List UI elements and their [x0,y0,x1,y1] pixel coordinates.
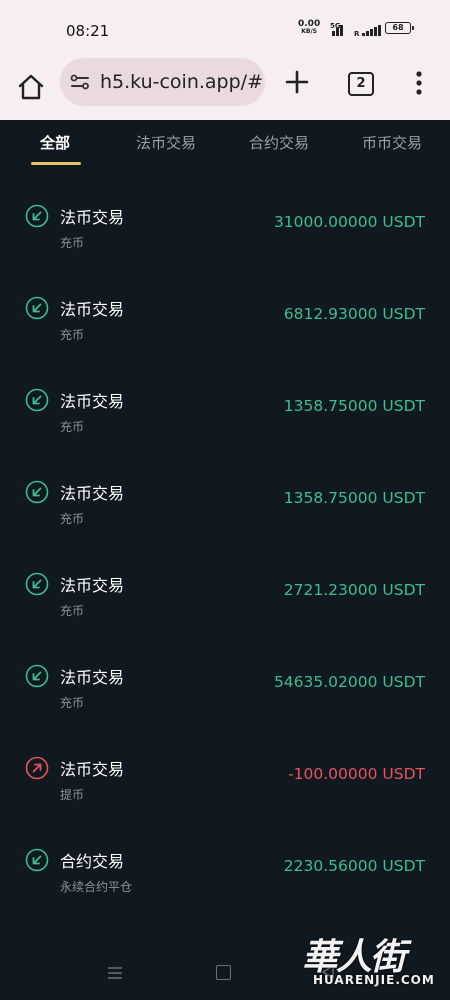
arrow-down-left-circle-icon [25,572,49,596]
home-nav-icon[interactable] [216,965,231,980]
battery-icon: 68 [385,22,414,34]
transaction-type: 法币交易 [60,208,125,227]
transaction-type: 法币交易 [60,300,125,319]
transaction-type: 法币交易 [60,760,125,779]
transaction-subtype: 提币 [60,788,85,802]
transaction-subtype: 充币 [60,696,85,710]
category-tabs: 全部 法币交易 合约交易 币币交易 [0,120,450,170]
arrow-down-left-circle-icon [25,664,49,688]
transaction-subtype: 充币 [60,236,85,250]
tab-switcher-button[interactable]: 2 [348,72,374,96]
signal-bars-icon [362,24,381,36]
tab-spot-trading[interactable]: 币币交易 [362,132,422,153]
roaming-label: R [354,30,360,38]
arrow-down-left-circle-icon [25,480,49,504]
transaction-amount: 2721.23000 USDT [283,581,425,599]
transaction-row[interactable]: 法币交易 充币 54635.02000 USDT [0,630,450,722]
url-text[interactable]: h5.ku-coin.app/# [100,71,263,93]
tab-count: 2 [356,76,366,91]
transaction-amount: 2230.56000 USDT [283,857,425,875]
transaction-amount: 1358.75000 USDT [283,397,425,415]
more-vertical-icon[interactable] [412,70,426,96]
transaction-amount: 1358.75000 USDT [283,489,425,507]
active-tab-indicator [31,162,81,165]
tab-all[interactable]: 全部 [40,132,70,153]
arrow-down-left-circle-icon [25,296,49,320]
arrow-down-left-circle-icon [25,848,49,872]
transaction-row[interactable]: 法币交易 充币 31000.00000 USDT [0,170,450,262]
transaction-type: 法币交易 [60,668,125,687]
signal-5g-icon [332,24,343,36]
transaction-row[interactable]: 法币交易 提币 -100.00000 USDT [0,722,450,814]
transaction-amount: 54635.02000 USDT [273,673,425,691]
home-icon[interactable] [16,72,46,102]
transaction-row[interactable]: 法币交易 充币 1358.75000 USDT [0,446,450,538]
transaction-type: 法币交易 [60,484,125,503]
transaction-amount: 31000.00000 USDT [273,213,425,231]
transaction-subtype: 永续合约平仓 [60,880,133,894]
site-settings-icon[interactable] [70,73,90,91]
transaction-amount: 6812.93000 USDT [283,305,425,323]
transaction-subtype: 充币 [60,328,85,342]
arrow-down-left-circle-icon [25,204,49,228]
transaction-type: 法币交易 [60,392,125,411]
transaction-type: 合约交易 [60,852,125,871]
tab-contract-trading[interactable]: 合约交易 [249,132,309,153]
arrow-up-right-circle-icon [25,756,49,780]
transaction-row[interactable]: 法币交易 充币 2721.23000 USDT [0,538,450,630]
browser-toolbar: h5.ku-coin.app/# 2 [0,58,450,120]
transaction-subtype: 充币 [60,420,85,434]
network-speed: 0.00 KB/S [298,20,320,36]
network-speed-unit: KB/S [301,28,317,35]
transaction-amount: -100.00000 USDT [288,765,425,783]
status-time: 08:21 [66,22,110,40]
tab-fiat-trading[interactable]: 法币交易 [136,132,196,153]
recent-apps-icon[interactable] [107,966,123,980]
transaction-subtype: 充币 [60,512,85,526]
network-speed-value: 0.00 [298,19,321,29]
watermark-text: HUARENJIE.COM [313,973,435,987]
arrow-down-left-circle-icon [25,388,49,412]
status-bar: 08:21 0.00 KB/S 5G R 68 [0,0,450,58]
transaction-subtype: 充币 [60,604,85,618]
address-bar[interactable]: h5.ku-coin.app/# [60,58,265,106]
battery-level: 68 [392,23,404,32]
transaction-type: 法币交易 [60,576,125,595]
transaction-row[interactable]: 法币交易 充币 1358.75000 USDT [0,354,450,446]
transaction-row[interactable]: 合约交易 永续合约平仓 2230.56000 USDT [0,814,450,906]
new-tab-icon[interactable] [284,69,310,95]
transaction-row[interactable]: 法币交易 充币 6812.93000 USDT [0,262,450,354]
